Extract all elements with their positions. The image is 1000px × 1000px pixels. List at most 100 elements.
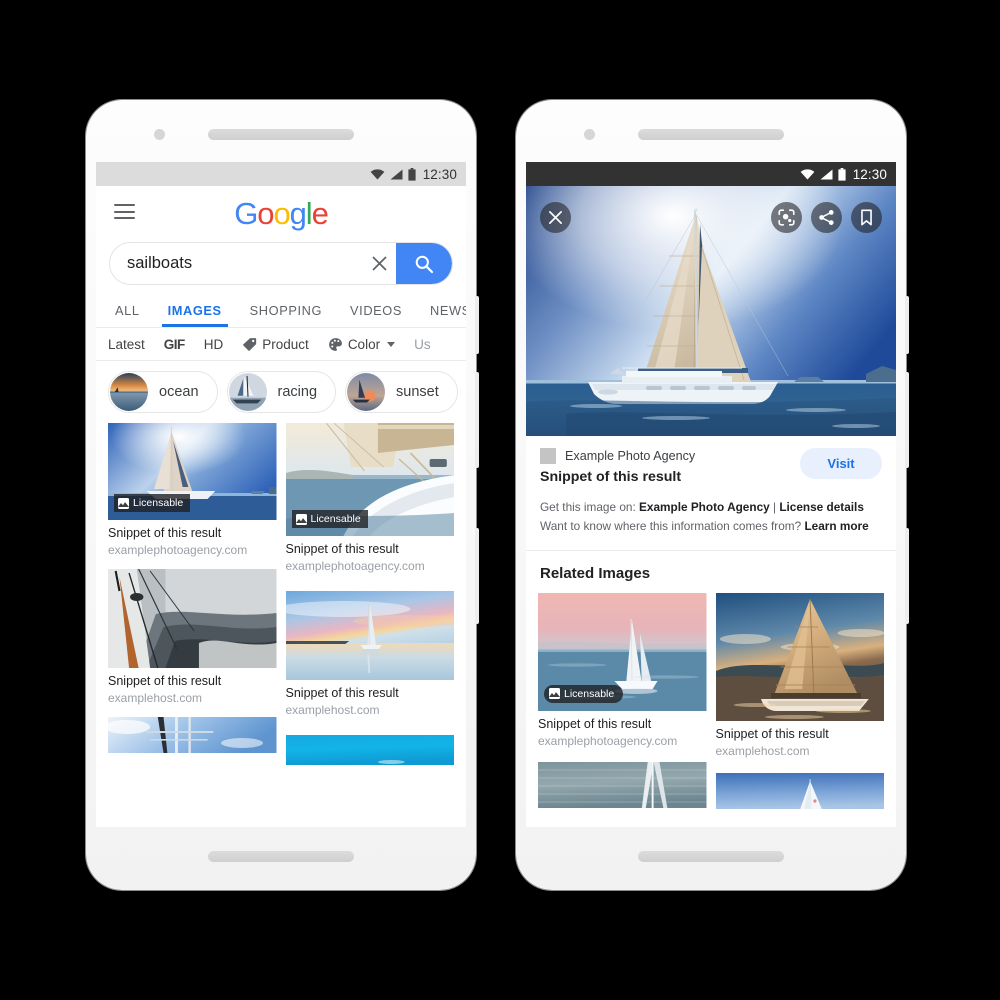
chip-label: racing [277, 384, 318, 400]
volume-up-button[interactable] [475, 372, 479, 468]
filter-hd[interactable]: HD [204, 337, 243, 352]
tab-videos[interactable]: VIDEOS [336, 296, 416, 327]
related-snippet: Snippet of this result [538, 716, 652, 731]
tab-images[interactable]: IMAGES [154, 296, 236, 327]
chip-racing[interactable]: racing [226, 371, 337, 413]
badge-label: Licensable [310, 513, 361, 525]
related-thumbnail[interactable]: Licensable [538, 592, 707, 711]
result-thumbnail[interactable] [108, 569, 277, 669]
result-thumbnail[interactable] [108, 717, 277, 754]
image-badge-icon [295, 513, 307, 525]
result-host: examplehost.com [285, 702, 380, 717]
logo-letter: g [289, 195, 307, 231]
related-column-right: Snippet of this result examplehost.com [715, 592, 884, 816]
related-thumbnail[interactable] [538, 761, 707, 808]
filter-latest[interactable]: Latest [108, 337, 164, 352]
mast-sky-art [108, 717, 277, 754]
result-snippet: Snippet of this result [285, 542, 399, 556]
tab-news[interactable]: NEWS [416, 296, 466, 327]
image-result-card[interactable]: Snippet of this result examplehost.com [285, 581, 454, 718]
result-thumbnail[interactable] [285, 735, 454, 766]
hamburger-icon[interactable] [114, 204, 135, 219]
get-image-source-link[interactable]: Example Photo Agency [639, 500, 770, 514]
chip-ocean[interactable]: ocean [108, 371, 218, 413]
clear-search-button[interactable] [362, 255, 396, 272]
learn-more-prefix: Want to know where this information come… [540, 519, 805, 534]
image-result-card[interactable] [285, 725, 454, 766]
image-badge-icon [118, 497, 129, 509]
badge-label: Licensable [133, 497, 184, 509]
related-thumbnail[interactable] [715, 772, 884, 809]
logo-letter: e [311, 195, 329, 231]
separator: | [769, 500, 780, 514]
result-thumbnail[interactable]: Licensable [108, 423, 277, 520]
front-camera-icon [154, 129, 165, 140]
get-image-prefix: Get this image on: [540, 500, 640, 514]
earpiece-speaker [638, 129, 784, 140]
filter-label: Latest [108, 336, 145, 352]
blue-sky-sail-art [715, 772, 884, 809]
result-thumbnail[interactable]: Licensable [285, 423, 454, 536]
related-image-card[interactable] [538, 756, 707, 808]
related-image-card[interactable]: Licensable Snippet of this result exampl… [538, 592, 707, 749]
bookmark-button[interactable] [851, 202, 882, 233]
logo-letter: o [273, 195, 290, 231]
filter-label: Product [262, 336, 309, 352]
related-image-card[interactable]: Snippet of this result examplehost.com [715, 592, 884, 759]
filter-gif[interactable]: GIF [164, 337, 204, 352]
result-host: examplehost.com [108, 690, 203, 705]
visit-button[interactable]: Visit [800, 448, 882, 479]
front-camera-icon [584, 129, 595, 140]
image-result-card[interactable] [108, 713, 277, 754]
share-icon [819, 210, 834, 225]
result-snippet: Snippet of this result [108, 526, 222, 540]
results-column-left: Licensable Snippet of this result exampl… [108, 423, 277, 772]
learn-more-link[interactable]: Learn more [804, 519, 868, 533]
share-button[interactable] [811, 202, 842, 233]
filter-label: GIF [163, 336, 186, 352]
battery-icon [408, 167, 416, 181]
volume-up-button[interactable] [905, 372, 909, 468]
google-lens-button[interactable] [771, 202, 802, 233]
source-name: Example Photo Agency [565, 449, 696, 463]
power-button[interactable] [475, 296, 479, 354]
related-host: examplephotoagency.com [538, 733, 678, 748]
licensable-badge: Licensable [291, 510, 368, 528]
chip-sunset[interactable]: sunset [345, 371, 458, 413]
license-details-link[interactable]: License details [779, 500, 864, 514]
tab-shopping[interactable]: SHOPPING [236, 296, 336, 327]
related-image-card[interactable] [715, 766, 884, 809]
google-app-header: Google [96, 186, 466, 240]
volume-down-button[interactable] [475, 528, 479, 624]
volume-down-button[interactable] [905, 528, 909, 624]
filter-usage-rights[interactable]: Us [414, 337, 450, 352]
battery-icon [838, 167, 846, 181]
licensable-badge: Licensable [544, 684, 624, 703]
filter-color[interactable]: Color [328, 337, 414, 352]
search-input[interactable]: sailboats [110, 254, 362, 273]
cyan-water-art [285, 735, 454, 766]
image-results-grid: Licensable Snippet of this result exampl… [96, 423, 466, 772]
screen-right: 12:30 Example Photo Agency Snippet of th… [526, 162, 896, 827]
search-row: sailboats [96, 242, 466, 285]
power-button[interactable] [905, 296, 909, 354]
image-result-card[interactable]: Licensable Snippet of this result exampl… [108, 423, 277, 558]
pastel-sunset-art [285, 591, 454, 681]
image-viewer[interactable] [526, 186, 896, 436]
image-source-meta: Get this image on: Example Photo Agency … [540, 498, 882, 537]
search-box[interactable]: sailboats [109, 242, 453, 285]
search-submit-button[interactable] [396, 243, 452, 284]
related-host: examplehost.com [715, 743, 810, 758]
screenshot-canvas: 12:30 Google sailboats ALL IMAGES SHOPPI… [0, 0, 1000, 1000]
image-result-card[interactable]: Snippet of this result examplehost.com [108, 565, 277, 706]
filter-product[interactable]: Product [242, 337, 328, 352]
related-thumbnail[interactable] [715, 592, 884, 721]
wifi-icon [800, 168, 815, 180]
image-result-card[interactable]: Licensable Snippet of this result exampl… [285, 423, 454, 574]
result-thumbnail[interactable] [285, 591, 454, 681]
close-viewer-button[interactable] [540, 202, 571, 233]
tab-all[interactable]: ALL [109, 296, 154, 327]
learn-more-line: Want to know where this information come… [540, 517, 882, 536]
ocean-sunset-thumb [109, 372, 149, 412]
image-filter-bar: Latest GIF HD Product Color Us [96, 328, 466, 361]
